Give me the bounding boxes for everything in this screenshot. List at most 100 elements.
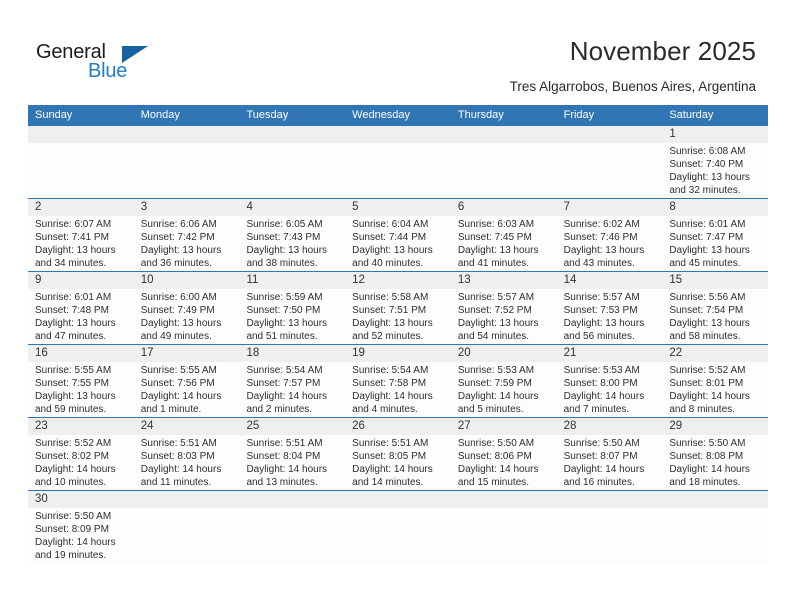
calendar-day-cell[interactable]: 18 Sunrise: 5:54 AM Sunset: 7:57 PM Dayligh… bbox=[239, 345, 346, 417]
calendar-day-cell[interactable]: 17 Sunrise: 5:55 AM Sunset: 7:56 PM Dayligh… bbox=[133, 345, 240, 417]
sunrise-text: Sunrise: 5:50 AM bbox=[563, 438, 640, 449]
calendar-day-cell[interactable]: 9 Sunrise: 6:01 AM Sunset: 7:48 PM Daylight… bbox=[28, 272, 134, 344]
sunrise-text: Sunrise: 5:51 AM bbox=[140, 438, 217, 449]
calendar-day-cell[interactable]: 13 Sunrise: 5:57 AM Sunset: 7:52 PM Dayligh… bbox=[450, 272, 557, 344]
day-number bbox=[450, 491, 557, 508]
calendar-day-cell[interactable]: 14 Sunrise: 5:57 AM Sunset: 7:53 PM Dayligh… bbox=[556, 272, 663, 344]
day-number: 11 bbox=[239, 272, 346, 289]
day-number: 5 bbox=[345, 199, 451, 216]
calendar-day-cell[interactable]: 23 Sunrise: 5:52 AM Sunset: 8:02 PM Dayligh… bbox=[28, 418, 134, 490]
daylight-text: Daylight: 13 hours and 54 minutes. bbox=[457, 318, 539, 342]
daylight-text: Daylight: 14 hours and 19 minutes. bbox=[35, 537, 116, 561]
sunrise-text: Sunrise: 5:58 AM bbox=[352, 292, 429, 303]
day-number: 10 bbox=[133, 272, 240, 289]
sunset-text: Sunset: 7:40 PM bbox=[669, 159, 744, 170]
calendar-day-cell-empty bbox=[450, 491, 557, 563]
sunrise-text: Sunrise: 6:05 AM bbox=[246, 219, 323, 230]
calendar-day-cell[interactable]: 2 Sunrise: 6:07 AM Sunset: 7:41 PM Daylight… bbox=[28, 199, 134, 271]
calendar-day-cell-empty bbox=[239, 126, 346, 198]
calendar-grid: Sunday Monday Tuesday Wednesday Thursday Frid… bbox=[28, 105, 769, 563]
sunset-text: Sunset: 8:03 PM bbox=[140, 451, 215, 462]
calendar-day-cell[interactable]: 3 Sunrise: 6:06 AM Sunset: 7:42 PM Daylight… bbox=[133, 199, 240, 271]
day-number: 12 bbox=[345, 272, 451, 289]
day-number bbox=[556, 126, 663, 143]
day-number bbox=[239, 126, 346, 143]
day-number: 26 bbox=[345, 418, 451, 435]
day-number: 24 bbox=[133, 418, 240, 435]
sunrise-text: Sunrise: 5:57 AM bbox=[563, 292, 640, 303]
calendar-day-cell[interactable]: 1 Sunrise: 6:08 AM Sunset: 7:40 PM Daylight… bbox=[662, 126, 769, 198]
day-sun-info: Sunrise: 6:06 AM Sunset: 7:42 PM Daylight:… bbox=[134, 216, 240, 270]
daylight-text: Daylight: 14 hours and 10 minutes. bbox=[35, 464, 116, 488]
daylight-text: Daylight: 13 hours and 59 minutes. bbox=[35, 391, 116, 415]
day-number bbox=[28, 126, 134, 143]
calendar-day-cell[interactable]: 29 Sunrise: 5:50 AM Sunset: 8:08 PM Dayligh… bbox=[662, 418, 769, 490]
calendar-day-cell-empty bbox=[133, 126, 240, 198]
sunrise-text: Sunrise: 6:01 AM bbox=[35, 292, 112, 303]
daylight-text: Daylight: 14 hours and 8 minutes. bbox=[669, 391, 750, 415]
day-number bbox=[345, 491, 451, 508]
calendar-day-cell[interactable]: 7 Sunrise: 6:02 AM Sunset: 7:46 PM Daylight… bbox=[556, 199, 663, 271]
calendar-day-cell[interactable]: 6 Sunrise: 6:03 AM Sunset: 7:45 PM Daylight… bbox=[450, 199, 557, 271]
calendar-week-row: 1 Sunrise: 6:08 AM Sunset: 7:40 PM Daylight… bbox=[28, 126, 769, 199]
calendar-day-cell[interactable]: 21 Sunrise: 5:53 AM Sunset: 8:00 PM Dayligh… bbox=[556, 345, 663, 417]
day-number: 7 bbox=[556, 199, 663, 216]
day-number: 25 bbox=[239, 418, 346, 435]
sunset-text: Sunset: 7:47 PM bbox=[669, 232, 744, 243]
calendar-day-cell-empty bbox=[662, 491, 769, 563]
day-sun-info: Sunrise: 5:58 AM Sunset: 7:51 PM Daylight:… bbox=[345, 289, 451, 343]
sunrise-text: Sunrise: 5:55 AM bbox=[35, 365, 112, 376]
day-sun-info: Sunrise: 5:59 AM Sunset: 7:50 PM Daylight:… bbox=[239, 289, 345, 343]
calendar-day-cell[interactable]: 30 Sunrise: 5:50 AM Sunset: 8:09 PM Dayligh… bbox=[28, 491, 134, 563]
sunset-text: Sunset: 7:44 PM bbox=[352, 232, 427, 243]
calendar-day-cell[interactable]: 24 Sunrise: 5:51 AM Sunset: 8:03 PM Dayligh… bbox=[133, 418, 240, 490]
day-sun-info: Sunrise: 5:50 AM Sunset: 8:07 PM Daylight:… bbox=[557, 435, 663, 489]
calendar-day-cell[interactable]: 28 Sunrise: 5:50 AM Sunset: 8:07 PM Dayligh… bbox=[556, 418, 663, 490]
calendar-day-cell[interactable]: 20 Sunrise: 5:53 AM Sunset: 7:59 PM Dayligh… bbox=[450, 345, 557, 417]
day-number: 30 bbox=[28, 491, 134, 508]
sunrise-text: Sunrise: 6:00 AM bbox=[140, 292, 217, 303]
calendar-page: General Blue November 2025 Tres Algarrob… bbox=[0, 0, 792, 612]
calendar-day-cell[interactable]: 15 Sunrise: 5:56 AM Sunset: 7:54 PM Dayligh… bbox=[662, 272, 769, 344]
daylight-text: Daylight: 13 hours and 34 minutes. bbox=[35, 245, 116, 269]
day-sun-info: Sunrise: 5:54 AM Sunset: 7:58 PM Daylight:… bbox=[345, 362, 451, 416]
calendar-week-row: 30 Sunrise: 5:50 AM Sunset: 8:09 PM Dayligh… bbox=[28, 491, 769, 563]
day-number: 9 bbox=[28, 272, 134, 289]
calendar-day-cell[interactable]: 27 Sunrise: 5:50 AM Sunset: 8:06 PM Dayligh… bbox=[450, 418, 557, 490]
calendar-day-cell[interactable]: 22 Sunrise: 5:52 AM Sunset: 8:01 PM Dayligh… bbox=[662, 345, 769, 417]
day-number: 6 bbox=[450, 199, 557, 216]
general-blue-logo[interactable]: General Blue bbox=[36, 41, 156, 89]
day-sun-info: Sunrise: 5:55 AM Sunset: 7:55 PM Daylight:… bbox=[28, 362, 134, 416]
calendar-day-cell[interactable]: 26 Sunrise: 5:51 AM Sunset: 8:05 PM Dayligh… bbox=[345, 418, 451, 490]
day-sun-info: Sunrise: 5:55 AM Sunset: 7:56 PM Daylight:… bbox=[134, 362, 240, 416]
daylight-text: Daylight: 14 hours and 1 minute. bbox=[140, 391, 222, 415]
weekday-header-thursday: Thursday bbox=[457, 109, 504, 121]
sunrise-text: Sunrise: 5:55 AM bbox=[140, 365, 217, 376]
calendar-day-cell[interactable]: 4 Sunrise: 6:05 AM Sunset: 7:43 PM Daylight… bbox=[239, 199, 346, 271]
calendar-day-cell[interactable]: 10 Sunrise: 6:00 AM Sunset: 7:49 PM Dayligh… bbox=[133, 272, 240, 344]
day-sun-info: Sunrise: 5:50 AM Sunset: 8:06 PM Daylight:… bbox=[451, 435, 557, 489]
calendar-day-cell[interactable]: 11 Sunrise: 5:59 AM Sunset: 7:50 PM Dayligh… bbox=[239, 272, 346, 344]
daylight-text: Daylight: 14 hours and 7 minutes. bbox=[563, 391, 645, 415]
weekday-header-friday: Friday bbox=[563, 109, 595, 121]
daylight-text: Daylight: 13 hours and 32 minutes. bbox=[669, 172, 750, 196]
calendar-day-cell[interactable]: 25 Sunrise: 5:51 AM Sunset: 8:04 PM Dayligh… bbox=[239, 418, 346, 490]
sunrise-text: Sunrise: 5:54 AM bbox=[352, 365, 429, 376]
calendar-day-cell[interactable]: 19 Sunrise: 5:54 AM Sunset: 7:58 PM Dayligh… bbox=[345, 345, 451, 417]
calendar-day-cell[interactable]: 12 Sunrise: 5:58 AM Sunset: 7:51 PM Dayligh… bbox=[345, 272, 451, 344]
day-sun-info: Sunrise: 6:03 AM Sunset: 7:45 PM Daylight:… bbox=[451, 216, 557, 270]
calendar-day-cell[interactable]: 5 Sunrise: 6:04 AM Sunset: 7:44 PM Daylight… bbox=[345, 199, 451, 271]
sunrise-text: Sunrise: 5:51 AM bbox=[352, 438, 429, 449]
day-sun-info: Sunrise: 5:54 AM Sunset: 7:57 PM Daylight:… bbox=[239, 362, 345, 416]
day-number bbox=[239, 491, 346, 508]
day-number: 28 bbox=[556, 418, 663, 435]
sunrise-text: Sunrise: 5:53 AM bbox=[563, 365, 640, 376]
sunset-text: Sunset: 7:52 PM bbox=[457, 305, 532, 316]
sunrise-text: Sunrise: 5:57 AM bbox=[457, 292, 535, 303]
day-number: 29 bbox=[662, 418, 769, 435]
weekday-header-monday: Monday bbox=[140, 109, 180, 121]
sunrise-text: Sunrise: 5:50 AM bbox=[457, 438, 535, 449]
calendar-day-cell[interactable]: 16 Sunrise: 5:55 AM Sunset: 7:55 PM Dayligh… bbox=[28, 345, 134, 417]
calendar-day-cell[interactable]: 8 Sunrise: 6:01 AM Sunset: 7:47 PM Daylight… bbox=[662, 199, 769, 271]
daylight-text: Daylight: 13 hours and 52 minutes. bbox=[352, 318, 433, 342]
